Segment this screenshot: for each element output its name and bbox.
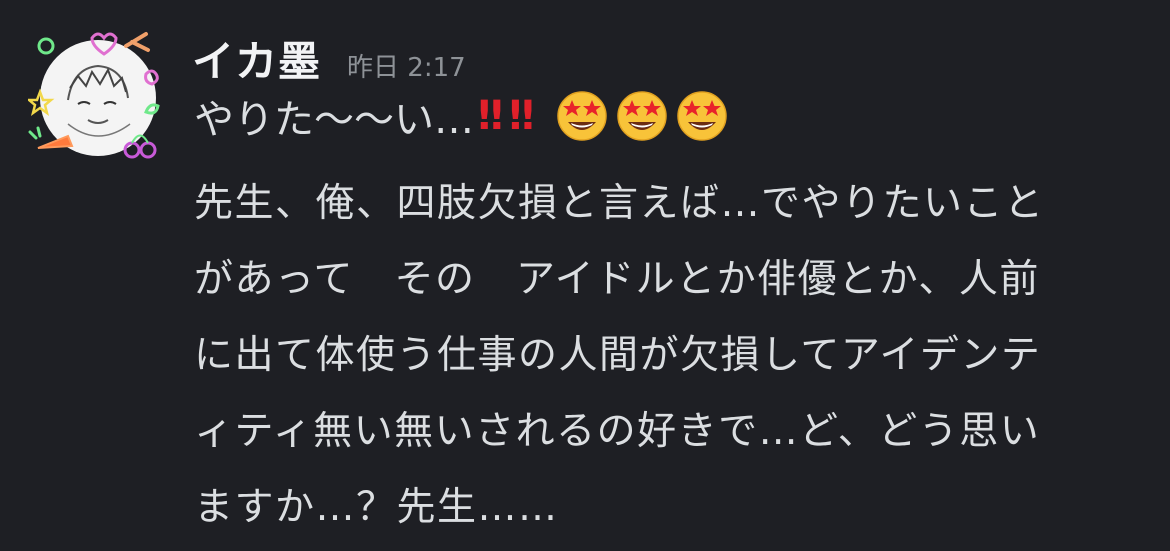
emoji-group	[554, 88, 730, 144]
chat-message: イカ墨 昨日 2:17 やりた〜〜い… ‼ ‼ 先生、俺、四肢欠損と言えば…でやり…	[0, 0, 1170, 551]
message-line: に出て体使う仕事の人間が欠損してアイデンテ	[194, 333, 1042, 378]
double-exclamation-icon: ‼	[509, 93, 534, 139]
double-exclamation-icons: ‼ ‼	[478, 93, 540, 139]
timestamp[interactable]: 昨日 2:17	[347, 47, 466, 84]
first-line-text: やりた〜〜い…	[194, 97, 474, 143]
star-struck-emoji-icon[interactable]	[554, 88, 610, 144]
star-struck-emoji-icon[interactable]	[674, 88, 730, 144]
message-line: があって その アイドルとか俳優とか、人前	[194, 257, 1040, 302]
double-exclamation-icon: ‼	[478, 93, 503, 139]
message-line: ますか…？先生……	[194, 485, 559, 530]
message-line: 先生、俺、四肢欠損と言えば…でやりたいこと	[194, 181, 1045, 226]
user-avatar[interactable]	[28, 28, 168, 168]
message-header: イカ墨 昨日 2:17	[192, 28, 466, 88]
message-body: 先生、俺、四肢欠損と言えば…でやりたいこと があって その アイドルとか俳優とか…	[194, 166, 1144, 546]
username[interactable]: イカ墨	[192, 28, 321, 89]
message-line: ィティ無い無いされるの好きで…ど、どう思い	[194, 409, 1041, 454]
message-first-line: やりた〜〜い… ‼ ‼	[194, 86, 730, 146]
avatar-image	[28, 32, 160, 159]
star-struck-emoji-icon[interactable]	[614, 88, 670, 144]
